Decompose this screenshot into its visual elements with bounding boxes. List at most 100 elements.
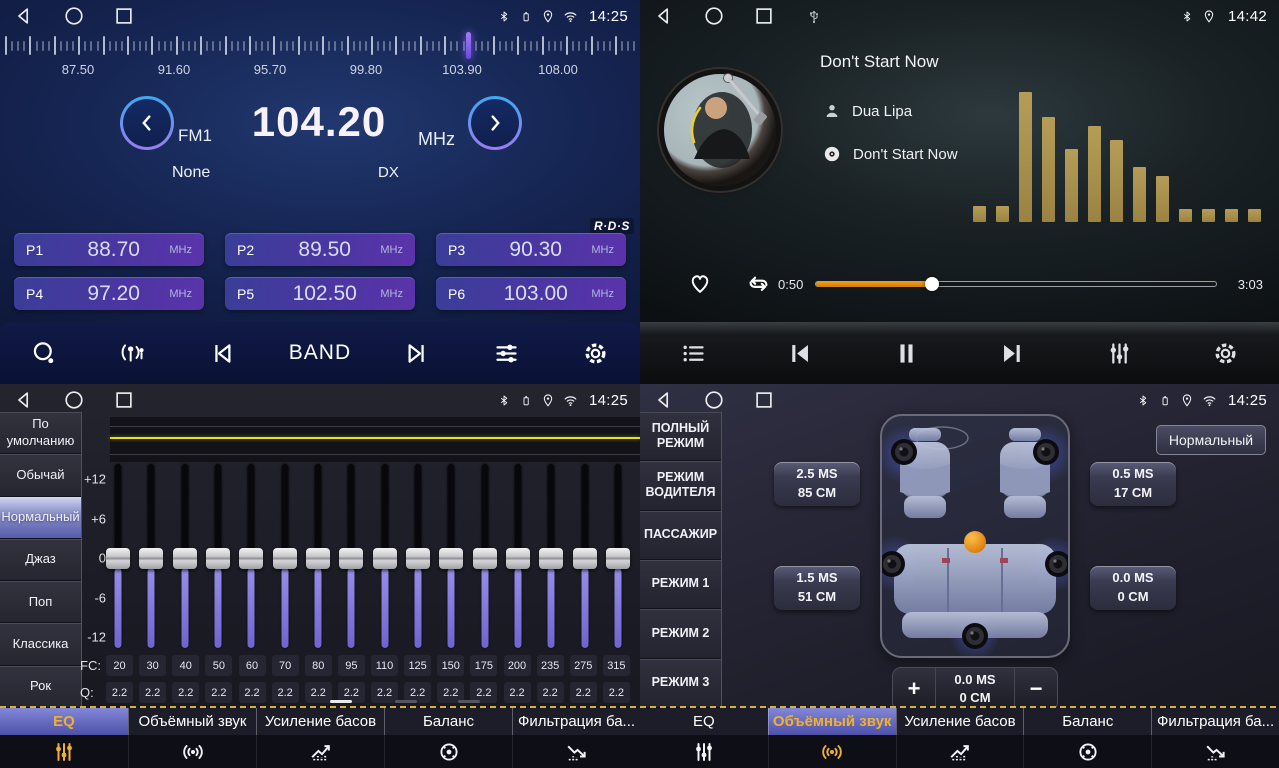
rear-left-delay-button[interactable]: 1.5 MS 51 CM	[774, 566, 860, 610]
eq-band-slider[interactable]	[606, 464, 630, 648]
eq-preset-jazz[interactable]: Джаз	[0, 539, 81, 581]
next-track-icon[interactable]	[991, 339, 1035, 368]
seek-bar[interactable]	[815, 281, 1217, 287]
nav-back-icon[interactable]	[652, 4, 676, 28]
previous-station-icon[interactable]	[200, 340, 244, 367]
mode-3[interactable]: РЕЖИМ 3	[640, 659, 721, 708]
mode-full[interactable]: ПОЛНЫЙ РЕЖИМ	[640, 412, 721, 461]
pause-icon[interactable]	[884, 339, 928, 368]
front-left-delay-button[interactable]: 2.5 MS 85 CM	[774, 462, 860, 506]
eq-band-slider[interactable]	[239, 464, 263, 648]
nav-recents-icon[interactable]	[112, 388, 136, 412]
eq-preset-normal[interactable]: Нормальный	[0, 497, 81, 539]
eq-band-slider[interactable]	[139, 464, 163, 648]
preset-button-p1[interactable]: P1 88.70 MHz	[14, 233, 204, 266]
nav-home-icon[interactable]	[702, 388, 726, 412]
nav-home-icon[interactable]	[62, 388, 86, 412]
eq-band-slider[interactable]	[473, 464, 497, 648]
eq-band-slider[interactable]	[573, 464, 597, 648]
preset-button-p4[interactable]: P4 97.20 MHz	[14, 277, 204, 310]
eq-band-slider[interactable]	[506, 464, 530, 648]
fc-value-chip[interactable]: 110	[371, 655, 398, 676]
tab-balance[interactable]: Баланс	[384, 708, 512, 768]
fc-value-chip[interactable]: 95	[338, 655, 365, 676]
tab-balance[interactable]: Баланс	[1023, 708, 1151, 768]
search-icon[interactable]	[22, 340, 66, 367]
fc-value-chip[interactable]: 125	[404, 655, 431, 676]
fc-value-chip[interactable]: 70	[272, 655, 299, 676]
tab-bass-boost[interactable]: Усиление басов	[256, 708, 384, 768]
frequency-ruler[interactable]	[0, 32, 640, 60]
fc-value-chip[interactable]: 150	[437, 655, 464, 676]
fc-value-chip[interactable]: 200	[504, 655, 531, 676]
nav-back-icon[interactable]	[12, 388, 36, 412]
eq-preset-classic[interactable]: Классика	[0, 623, 81, 665]
fc-value-chip[interactable]: 40	[172, 655, 199, 676]
nav-recents-icon[interactable]	[752, 4, 776, 28]
increase-delay-button[interactable]: +	[893, 668, 935, 710]
rear-right-delay-button[interactable]: 0.0 MS 0 CM	[1090, 566, 1176, 610]
nav-home-icon[interactable]	[702, 4, 726, 28]
eq-band-slider[interactable]	[106, 464, 130, 648]
decrease-delay-button[interactable]: −	[1015, 668, 1057, 710]
eq-band-slider[interactable]	[539, 464, 563, 648]
settings-gear-icon[interactable]	[574, 340, 618, 367]
preset-button-p5[interactable]: P5 102.50 MHz	[225, 277, 415, 310]
eq-sliders-icon[interactable]	[485, 340, 529, 367]
preset-button-p3[interactable]: P3 90.30 MHz	[436, 233, 626, 266]
favorite-heart-icon[interactable]	[678, 270, 722, 296]
seek-bar-thumb[interactable]	[925, 277, 939, 291]
eq-band-slider[interactable]	[206, 464, 230, 648]
nav-home-icon[interactable]	[62, 4, 86, 28]
fc-value-chip[interactable]: 20	[106, 655, 133, 676]
mode-driver[interactable]: РЕЖИМ ВОДИТЕЛЯ	[640, 461, 721, 510]
fc-value-chip[interactable]: 275	[570, 655, 597, 676]
settings-gear-icon[interactable]	[1204, 340, 1248, 367]
eq-preset-default[interactable]: По умолчанию	[0, 412, 81, 454]
tab-eq[interactable]: EQ	[640, 708, 768, 768]
eq-band-slider[interactable]	[406, 464, 430, 648]
fc-value-chip[interactable]: 175	[470, 655, 497, 676]
radio-broadcast-icon[interactable]	[111, 339, 155, 367]
mixer-icon[interactable]	[1097, 340, 1141, 367]
fc-value-chip[interactable]: 50	[205, 655, 232, 676]
eq-band-slider[interactable]	[373, 464, 397, 648]
mode-passenger[interactable]: ПАССАЖИР	[640, 511, 721, 560]
nav-recents-icon[interactable]	[752, 388, 776, 412]
nav-back-icon[interactable]	[12, 4, 36, 28]
eq-band-slider[interactable]	[306, 464, 330, 648]
seek-down-button[interactable]	[120, 96, 174, 150]
preset-id: P3	[448, 242, 480, 258]
eq-preset-custom[interactable]: Обычай	[0, 454, 81, 496]
next-station-icon[interactable]	[396, 340, 440, 367]
nav-recents-icon[interactable]	[112, 4, 136, 28]
tab-bass-boost[interactable]: Усиление басов	[896, 708, 1024, 768]
tab-surround[interactable]: Объёмный звук	[128, 708, 256, 768]
fc-value-chip[interactable]: 60	[239, 655, 266, 676]
previous-track-icon[interactable]	[778, 339, 822, 368]
eq-band-slider[interactable]	[339, 464, 363, 648]
eq-preset-pop[interactable]: Поп	[0, 581, 81, 623]
nav-back-icon[interactable]	[652, 388, 676, 412]
fc-value-chip[interactable]: 80	[305, 655, 332, 676]
mode-2[interactable]: РЕЖИМ 2	[640, 609, 721, 658]
tab-subwoofer-filter[interactable]: Фильтрация ба...	[512, 708, 640, 768]
preset-button-p2[interactable]: P2 89.50 MHz	[225, 233, 415, 266]
eq-band-slider[interactable]	[173, 464, 197, 648]
sound-profile-button[interactable]: Нормальный	[1156, 425, 1266, 455]
seek-up-button[interactable]	[468, 96, 522, 150]
front-right-delay-button[interactable]: 0.5 MS 17 CM	[1090, 462, 1176, 506]
preset-button-p6[interactable]: P6 103.00 MHz	[436, 277, 626, 310]
playlist-icon[interactable]	[671, 340, 715, 367]
tab-surround[interactable]: Объёмный звук	[768, 708, 896, 768]
eq-band-slider[interactable]	[273, 464, 297, 648]
tab-eq[interactable]: EQ	[0, 708, 128, 768]
eq-band-slider[interactable]	[439, 464, 463, 648]
fc-value-chip[interactable]: 315	[603, 655, 630, 676]
tab-subwoofer-filter[interactable]: Фильтрация ба...	[1151, 708, 1279, 768]
mode-1[interactable]: РЕЖИМ 1	[640, 560, 721, 609]
fc-value-chip[interactable]: 30	[139, 655, 166, 676]
band-button[interactable]: BAND	[289, 341, 351, 365]
fc-value-chip[interactable]: 235	[537, 655, 564, 676]
repeat-icon[interactable]	[736, 270, 780, 297]
